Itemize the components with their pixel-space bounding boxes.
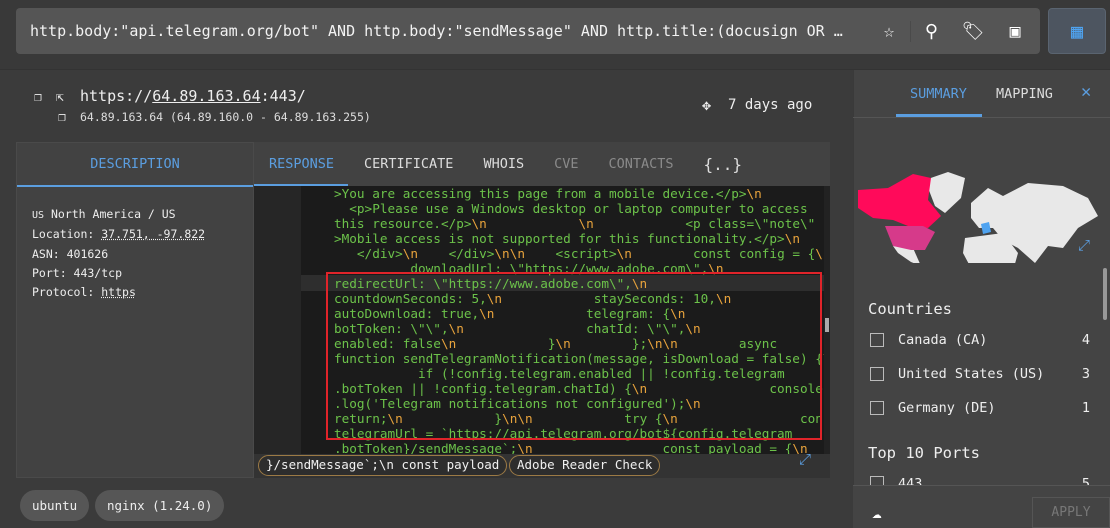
port-count: 5 bbox=[1081, 476, 1090, 485]
code-gutter bbox=[254, 186, 301, 454]
code-line: </div>\n </div>\n\n <script>\n const con… bbox=[334, 246, 828, 261]
star-icon[interactable]: ☆ bbox=[868, 21, 910, 42]
checkbox[interactable] bbox=[870, 476, 884, 485]
asn: ASN: 401626 bbox=[32, 246, 109, 261]
divider bbox=[853, 117, 1110, 118]
close-icon[interactable]: ✕ bbox=[1081, 82, 1091, 102]
search-input[interactable]: http.body:"api.telegram.org/bot" AND htt… bbox=[16, 8, 868, 54]
calendar-icon: ▦ bbox=[1070, 19, 1084, 43]
country-count: 1 bbox=[1081, 400, 1090, 416]
checkbox[interactable] bbox=[870, 333, 884, 347]
map-expand-icon[interactable]: ⤢ bbox=[1078, 236, 1090, 254]
tag-chip[interactable]: ubuntu bbox=[20, 490, 90, 521]
last-seen: 7 days ago bbox=[728, 97, 813, 113]
code-scrollbar-thumb[interactable] bbox=[825, 318, 829, 332]
highlight-box bbox=[326, 272, 822, 440]
tab-json[interactable]: {..} bbox=[704, 155, 743, 174]
tab-contacts[interactable]: CONTACTS bbox=[608, 156, 673, 172]
tab-description[interactable]: DESCRIPTION bbox=[17, 143, 253, 187]
copy-ip-icon[interactable]: ❐ bbox=[58, 110, 66, 125]
response-tabs: RESPONSE CERTIFICATE WHOIS CVE CONTACTS {..} bbox=[254, 142, 830, 186]
location-label: Location: bbox=[32, 227, 102, 242]
region: North America / US bbox=[50, 207, 176, 221]
country-count: 3 bbox=[1081, 366, 1090, 382]
match-chip[interactable]: Adobe Reader Check bbox=[509, 455, 661, 476]
tag-icon[interactable]: 🏷︎ bbox=[952, 21, 994, 42]
port-row[interactable]: 443 5 bbox=[870, 476, 1090, 485]
calendar-button[interactable]: ▦ bbox=[1048, 8, 1106, 54]
map-country-canada bbox=[858, 174, 941, 228]
country-count: 4 bbox=[1081, 332, 1090, 348]
tag-chip[interactable]: nginx (1.24.0) bbox=[95, 490, 225, 521]
map-country-united-states bbox=[885, 226, 935, 250]
image-search-icon[interactable]: ▣ bbox=[994, 21, 1036, 42]
country-name: Canada (CA) bbox=[898, 332, 988, 348]
code-line: this resource.</p>\n \n <p class=\"note\… bbox=[334, 216, 816, 231]
description-panel: DESCRIPTION US North America / US Locati… bbox=[16, 142, 254, 478]
external-link-icon[interactable]: ⇱ bbox=[56, 90, 64, 105]
fork-icon: ✥ bbox=[702, 96, 712, 114]
checkbox[interactable] bbox=[870, 401, 884, 415]
copy-icon[interactable]: ❐ bbox=[34, 90, 42, 105]
tab-cve[interactable]: CVE bbox=[554, 156, 578, 172]
location-link[interactable]: 37.751, -97.822 bbox=[101, 227, 205, 241]
flag-icon: US bbox=[32, 210, 45, 221]
match-chip[interactable]: }/sendMessage`;\n const payload bbox=[258, 455, 508, 476]
host-url[interactable]: https://64.89.163.64:443/ bbox=[80, 87, 306, 105]
code-line: <p>Please use a Windows desktop or lapto… bbox=[334, 201, 808, 216]
protocol-label: Protocol: bbox=[32, 285, 102, 300]
code-line: >You are accessing this page from a mobi… bbox=[334, 186, 762, 201]
ports-title: Top 10 Ports bbox=[868, 444, 980, 462]
countries-title: Countries bbox=[868, 300, 952, 318]
tab-mapping[interactable]: MAPPING bbox=[996, 86, 1053, 102]
country-row[interactable]: Germany (DE) 1 bbox=[870, 400, 1090, 416]
tab-whois[interactable]: WHOIS bbox=[483, 156, 524, 172]
ip-range: 64.89.163.64 (64.89.160.0 - 64.89.163.25… bbox=[80, 110, 371, 124]
world-map[interactable] bbox=[853, 128, 1103, 263]
country-row[interactable]: United States (US) 3 bbox=[870, 366, 1090, 382]
protocol-link[interactable]: https bbox=[101, 285, 136, 299]
code-line: .botToken}/sendMessage`;\n const payload… bbox=[334, 441, 808, 454]
code-line: >Mobile access is not supported for this… bbox=[334, 231, 800, 246]
summary-scrollbar[interactable] bbox=[1103, 268, 1107, 320]
country-name: United States (US) bbox=[898, 366, 1045, 382]
tab-certificate[interactable]: CERTIFICATE bbox=[364, 156, 453, 172]
port-name: 443 bbox=[898, 476, 923, 485]
tab-summary[interactable]: SUMMARY bbox=[910, 86, 967, 102]
expand-icon[interactable]: ⤢ bbox=[799, 450, 811, 468]
apply-button[interactable]: APPLY bbox=[1032, 497, 1110, 528]
port: Port: 443/tcp bbox=[32, 265, 123, 280]
country-name: Germany (DE) bbox=[898, 400, 996, 416]
cloud-download-icon[interactable]: ☁ bbox=[872, 503, 882, 522]
search-toolbar: ☆ ⚲ 🏷︎ ▣ bbox=[868, 8, 1040, 54]
search-icon[interactable]: ⚲ bbox=[910, 20, 952, 42]
tab-response[interactable]: RESPONSE bbox=[269, 156, 334, 172]
checkbox[interactable] bbox=[870, 367, 884, 381]
country-row[interactable]: Canada (CA) 4 bbox=[870, 332, 1090, 348]
